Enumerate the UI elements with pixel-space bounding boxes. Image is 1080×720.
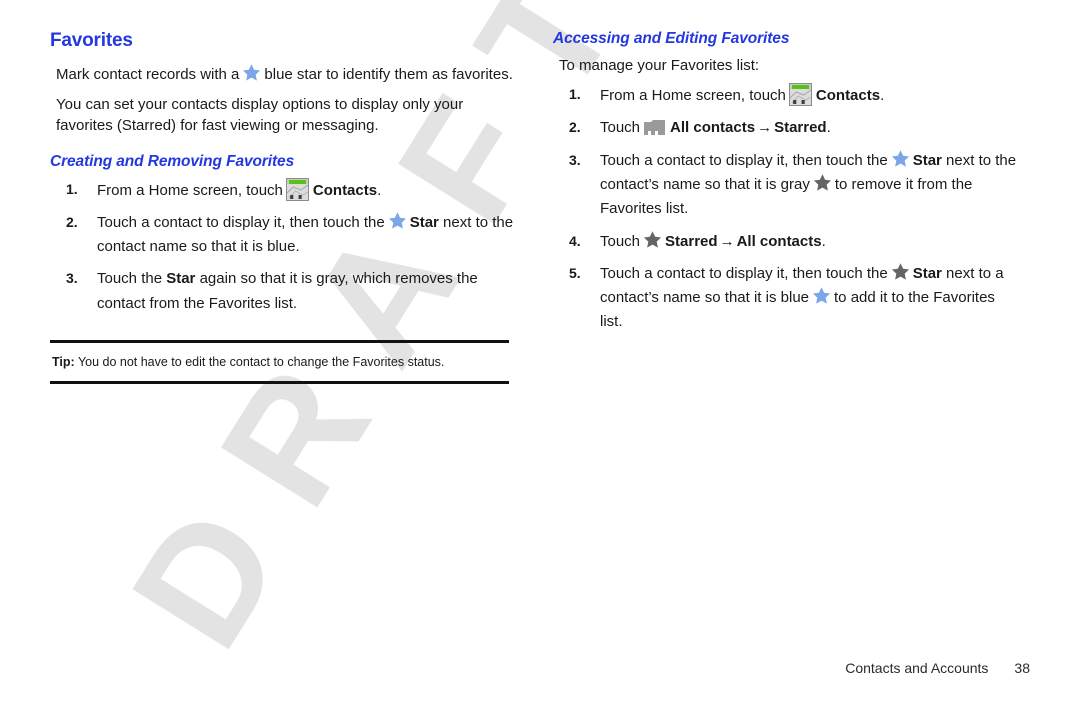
right-steps-list: 1. From a Home screen, touch Contacts. 2. T… [553, 83, 1018, 335]
tip-text: You do not have to edit the contact to c… [77, 355, 445, 370]
step-bold-term-2: Starred [774, 119, 827, 137]
step-text: Touch a contact to display it, then touc… [97, 213, 385, 231]
step-bold-term: Contacts [815, 87, 881, 105]
step-text: Touch the [97, 270, 163, 288]
list-item: 2. Touch a contact to display it, then to… [50, 211, 515, 260]
star-gray-icon [813, 173, 832, 192]
right-intro-paragraph: To manage your Favorites list: [559, 56, 760, 74]
step-bold-term: Star [912, 264, 942, 282]
intro-paragraph-2: You can set your contacts display option… [56, 96, 464, 135]
step-text: Touch [600, 232, 641, 250]
contacts-icon [285, 177, 309, 201]
contacts-icon-map [286, 183, 308, 200]
step-bold-term: Starred [665, 232, 718, 250]
list-item: 1. From a Home screen, touch Contacts. [50, 177, 515, 203]
step-text-tail: . [377, 181, 382, 199]
step-text-tail: . [821, 232, 826, 250]
tip-label: Tip: [52, 355, 75, 370]
arrow-right-icon: → [757, 119, 773, 137]
footer-page-number: 38 [1014, 660, 1030, 676]
step-number: 3. [569, 151, 581, 168]
tip-box-content: Tip: You do not have to edit the contact… [50, 343, 509, 381]
step-text: From a Home screen, touch [600, 87, 786, 105]
tip-box: Tip: You do not have to edit the contact… [50, 340, 509, 385]
star-blue-icon [388, 211, 407, 230]
footer-section-label: Contacts and Accounts [845, 660, 989, 676]
step-text-tail: . [880, 87, 885, 105]
step-text: Touch a contact to display it, then touc… [600, 264, 888, 282]
step-number: 1. [66, 180, 78, 197]
step-number: 1. [569, 86, 581, 103]
page-title: Favorites [50, 30, 133, 51]
step-bold-term: Star [166, 270, 196, 288]
step-number: 5. [569, 264, 581, 281]
step-text: Touch [600, 119, 641, 137]
arrow-right-icon: → [719, 232, 735, 250]
document-page: Favorites Mark contact records with a blu… [0, 0, 1080, 720]
contacts-icon-map [789, 89, 811, 106]
step-number: 2. [66, 213, 78, 230]
step-bold-term: All contacts [670, 119, 756, 137]
intro-paragraph-1-after: blue star to identify them as favorites. [264, 65, 513, 83]
contacts-icon [788, 83, 812, 107]
step-number: 3. [66, 270, 78, 287]
list-item: 4. Touch Starred → All contacts. [553, 230, 1018, 254]
right-column: Accessing and Editing Favorites To manag… [553, 30, 1018, 343]
list-item: 2. Touch All contacts → Starred. [553, 116, 1018, 140]
left-steps-list: 1. From a Home screen, touch Contacts. 2. T… [50, 177, 515, 316]
step-bold-term: Contacts [312, 181, 378, 199]
step-number: 2. [569, 119, 581, 136]
list-item: 1. From a Home screen, touch Contacts. [553, 83, 1018, 108]
step-text: Touch a contact to display it, then touc… [600, 151, 888, 169]
star-gray-icon [643, 230, 662, 249]
page-footer: Contacts and Accounts 38 [845, 660, 1030, 676]
subheading-creating-removing: Creating and Removing Favorites [50, 152, 295, 170]
intro-paragraph-1: Mark contact records with a blue star to … [50, 63, 515, 85]
star-blue-icon [891, 149, 910, 168]
star-blue-icon [812, 286, 831, 305]
folder-icon [643, 117, 666, 137]
step-bold-term-2: All contacts [736, 232, 822, 250]
step-number: 4. [569, 232, 581, 249]
step-text-tail: . [826, 119, 831, 137]
star-blue-icon [242, 63, 261, 82]
star-gray-icon [891, 262, 910, 281]
list-item: 3. Touch the Star again so that it is gra… [50, 267, 515, 316]
step-text: From a Home screen, touch [97, 181, 283, 199]
step-bold-term: Star [912, 151, 942, 169]
subheading-accessing-editing: Accessing and Editing Favorites [553, 30, 790, 47]
list-item: 5. Touch a contact to display it, then to… [553, 262, 1018, 335]
list-item: 3. Touch a contact to display it, then to… [553, 149, 1018, 222]
intro-paragraph-1-before: Mark contact records with a [56, 65, 240, 83]
left-column: Favorites Mark contact records with a blu… [50, 30, 515, 385]
step-bold-term: Star [409, 213, 439, 231]
